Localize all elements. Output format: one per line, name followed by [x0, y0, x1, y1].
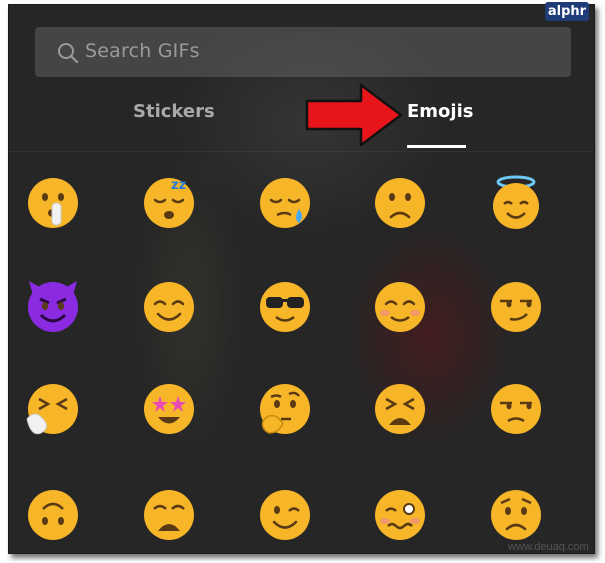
- red-arrow-annotation: [305, 83, 403, 147]
- worried-face-emoji-button[interactable]: [488, 487, 544, 543]
- active-tab-indicator: [407, 145, 466, 148]
- tabs-divider: [9, 151, 594, 152]
- thinking-face-emoji-button[interactable]: [257, 381, 313, 437]
- upside-down-face-emoji-button[interactable]: [25, 487, 81, 543]
- smiling-face-emoji-button[interactable]: [141, 279, 197, 335]
- search-bar[interactable]: Search GIFs: [35, 27, 571, 77]
- sneezing-face-emoji-button[interactable]: [25, 381, 81, 437]
- brand-logo: alphr: [545, 2, 589, 21]
- weary-face-emoji-button[interactable]: [141, 487, 197, 543]
- shushing-face-emoji-button[interactable]: [25, 175, 81, 231]
- unamused-face-emoji-button[interactable]: [488, 381, 544, 437]
- winking-face-emoji-button[interactable]: [257, 487, 313, 543]
- sleeping-face-emoji-button[interactable]: zz: [141, 175, 197, 231]
- tired-face-emoji-button[interactable]: [372, 381, 428, 437]
- slightly-frowning-face-emoji-button[interactable]: [372, 175, 428, 231]
- smiling-face-with-horns-emoji-button[interactable]: [25, 279, 81, 335]
- search-icon: [58, 43, 79, 64]
- tab-stickers[interactable]: Stickers: [133, 101, 215, 122]
- smiling-face-with-sunglasses-emoji-button[interactable]: [257, 279, 313, 335]
- smiling-face-with-halo-emoji-button[interactable]: [488, 175, 544, 231]
- star-struck-emoji-button[interactable]: [141, 381, 197, 437]
- svg-text:zz: zz: [171, 178, 186, 193]
- tab-emojis[interactable]: Emojis: [407, 101, 473, 122]
- search-input[interactable]: Search GIFs: [85, 40, 200, 62]
- watermark: www.deuaq.com: [508, 541, 589, 553]
- blushing-face-emoji-button[interactable]: [372, 279, 428, 335]
- sleepy-face-emoji-button[interactable]: [257, 175, 313, 231]
- emoji-picker-panel: Search GIFs Stickers Emojis zz: [8, 4, 595, 554]
- smirking-face-emoji-button[interactable]: [488, 279, 544, 335]
- woozy-face-emoji-button[interactable]: [372, 487, 428, 543]
